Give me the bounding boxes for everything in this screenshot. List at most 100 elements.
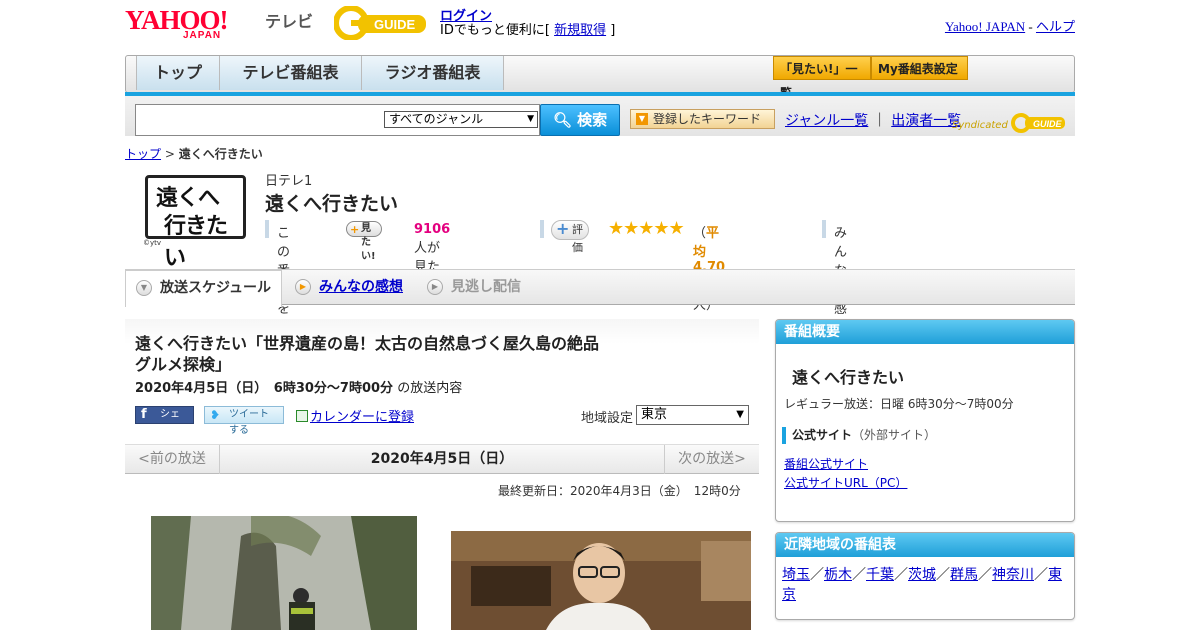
svg-text:GUIDE: GUIDE — [1033, 119, 1063, 129]
chevron-down-icon: ▼ — [736, 409, 744, 420]
header-links: Yahoo! JAPAN - ヘルプ — [945, 16, 1075, 35]
official-site-note: （外部サイト） — [852, 428, 937, 442]
nav-tab-top[interactable]: トップ — [136, 56, 220, 90]
syndicated-gguide-mark: Syndicated GUIDE — [952, 112, 1067, 134]
next-broadcast-button[interactable]: 次の放送> — [664, 445, 759, 474]
triangle-down-icon: ▼ — [636, 113, 648, 125]
plus-icon: + — [556, 219, 570, 238]
rate-button-label: 評価 — [572, 223, 583, 254]
restaurant-scene — [451, 531, 751, 630]
pref-link-tochigi[interactable]: 栃木 — [824, 567, 852, 583]
mitai-count: 9106 — [414, 222, 451, 237]
yahoo-japan-logo-text: JAPAN — [183, 30, 222, 41]
cast-list-link[interactable]: 出演者一覧 — [891, 113, 961, 129]
facebook-share-button[interactable]: f シェア — [135, 406, 194, 436]
main-nav: トップ テレビ番組表 ラジオ番組表 「見たい!」一覧 My番組表設定 — [125, 55, 1075, 100]
calendar-register-link[interactable]: カレンダーに登録 — [310, 410, 414, 425]
facebook-icon: f — [141, 407, 147, 422]
chevron-right-icon: ▶ — [427, 279, 443, 295]
pref-sep: ／ — [1034, 567, 1048, 583]
regular-broadcast: レギュラー放送：日曜 6時30分～7時00分 — [784, 397, 1014, 411]
tv-service-label[interactable]: テレビ — [265, 8, 313, 32]
my-schedule-button[interactable]: My番組表設定 — [871, 56, 968, 80]
pref-sep: ／ — [894, 567, 908, 583]
registered-keyword-button[interactable]: ▼ 登録したキーワード — [630, 109, 775, 129]
help-link[interactable]: ヘルプ — [1036, 19, 1075, 34]
program-logo: 遠くへ 行きたい — [145, 175, 246, 271]
breadcrumb-current: 遠くへ行きたい — [178, 147, 263, 161]
signup-link[interactable]: 新規取得 — [554, 23, 606, 38]
link-divider: ｜ — [872, 113, 887, 129]
site-header: YAHOO! JAPAN テレビ GUIDE ログイン IDでもっと便利に[ 新… — [125, 0, 1075, 50]
twitter-share-button[interactable]: ❥ ツイートする — [204, 406, 284, 436]
region-select[interactable]: 東京 ▼ — [636, 405, 749, 425]
syndicated-label: Syndicated — [952, 120, 1008, 131]
program-logo-line2: 行きたい — [164, 214, 228, 271]
episode-photo-forest — [151, 516, 417, 630]
breadcrumb: トップ > 遠くへ行きたい — [125, 145, 263, 162]
pref-sep: ／ — [852, 567, 866, 583]
calendar-register: カレンダーに登録 — [296, 406, 414, 425]
breadcrumb-top-link[interactable]: トップ — [125, 147, 161, 161]
login-prompt: IDでもっと便利に[ 新規取得 ] — [440, 19, 615, 38]
current-broadcast-date: 2020年4月5日（日） — [370, 451, 514, 467]
pref-sep: ／ — [936, 567, 950, 583]
pref-link-ibaraki[interactable]: 茨城 — [908, 567, 936, 583]
prefecture-list: 埼玉／栃木／千葉／茨城／群馬／神奈川／東京 — [782, 565, 1070, 605]
pref-link-saitama[interactable]: 埼玉 — [782, 567, 810, 583]
program-tabs: ▼ 放送スケジュール ▶ みんなの感想 ▶ 見逃し配信 — [125, 269, 1075, 307]
login-prompt-text: IDでもっと便利に[ — [440, 23, 555, 38]
mitai-button[interactable]: + 見たい! — [346, 221, 382, 262]
tab-missed[interactable]: ▶ 見逃し配信 — [417, 270, 547, 306]
star-rating: ★★★★★ — [608, 218, 685, 239]
episode-date: 2020年4月5日（日） 6時30分～7時00分 の放送内容 — [135, 377, 462, 396]
search-button-label: 検索 — [577, 111, 608, 129]
overview-program-name: 遠くへ行きたい — [792, 368, 905, 387]
yahoo-japan-link[interactable]: Yahoo! JAPAN — [945, 19, 1025, 34]
official-site-pc-link[interactable]: 公式サイトURL（PC） — [784, 474, 907, 491]
rate-button[interactable]: + 評価 — [551, 219, 589, 254]
tab-impressions-label: みんなの感想 — [319, 279, 403, 295]
program-overview-panel: 番組概要 遠くへ行きたい レギュラー放送：日曜 6時30分～7時00分 公式サイ… — [775, 319, 1075, 522]
prev-broadcast-button[interactable]: <前の放送 — [125, 445, 220, 474]
twitter-bird-icon: ❥ — [210, 408, 221, 422]
last-updated: 最終更新日：2020年4月3日（金） 12時0分 — [498, 484, 741, 498]
calendar-icon — [296, 410, 308, 422]
episode-title: 遠くへ行きたい「世界遺産の島！太古の自然息づく屋久島の絶品グルメ探検」 — [135, 334, 600, 374]
episode-date-suffix: の放送内容 — [397, 381, 463, 396]
channel-name: 日テレ1 — [265, 174, 313, 189]
login-prompt-end: ] — [606, 23, 616, 38]
genre-list-link[interactable]: ジャンル一覧 — [785, 113, 868, 129]
stat-separator — [822, 220, 826, 238]
nav-tab-tv-schedule[interactable]: テレビ番組表 — [220, 56, 362, 90]
logo-credit: ©ytv — [143, 239, 162, 247]
pref-link-chiba[interactable]: 千葉 — [866, 567, 894, 583]
stat-separator — [540, 220, 544, 238]
official-site-link[interactable]: 番組公式サイト — [784, 455, 868, 472]
region-label: 地域設定 — [581, 411, 634, 426]
episode-photo-restaurant — [451, 531, 751, 630]
pref-link-gunma[interactable]: 群馬 — [950, 567, 978, 583]
program-title: 遠くへ行きたい — [265, 193, 399, 215]
tab-schedule[interactable]: ▼ 放送スケジュール — [125, 270, 282, 307]
header-separator: - — [1025, 19, 1036, 34]
genre-select-value: すべてのジャンル — [389, 112, 484, 126]
tab-schedule-label: 放送スケジュール — [160, 280, 272, 296]
pref-sep: ／ — [810, 567, 824, 583]
gguide-small-logo: GUIDE — [1011, 113, 1065, 133]
search-button[interactable]: 🔍︎ 検索 — [540, 104, 620, 136]
search-icon: 🔍︎ — [552, 111, 572, 129]
mitai-list-button[interactable]: 「見たい!」一覧 — [773, 56, 871, 100]
pref-link-kanagawa[interactable]: 神奈川 — [992, 567, 1034, 583]
breadcrumb-separator: > — [161, 147, 179, 161]
svg-text:GUIDE: GUIDE — [374, 17, 416, 32]
nearby-heading: 近隣地域の番組表 — [776, 533, 1074, 557]
tab-impressions[interactable]: ▶ みんなの感想 — [285, 270, 413, 306]
nav-tab-radio-schedule[interactable]: ラジオ番組表 — [362, 56, 504, 90]
genre-select[interactable]: すべてのジャンル ▼ — [384, 111, 538, 128]
plus-icon: + — [350, 223, 360, 236]
pref-sep: ／ — [978, 567, 992, 583]
rating-open: （ — [693, 226, 707, 241]
chevron-down-icon: ▼ — [527, 114, 534, 124]
forest-scene — [151, 516, 417, 630]
